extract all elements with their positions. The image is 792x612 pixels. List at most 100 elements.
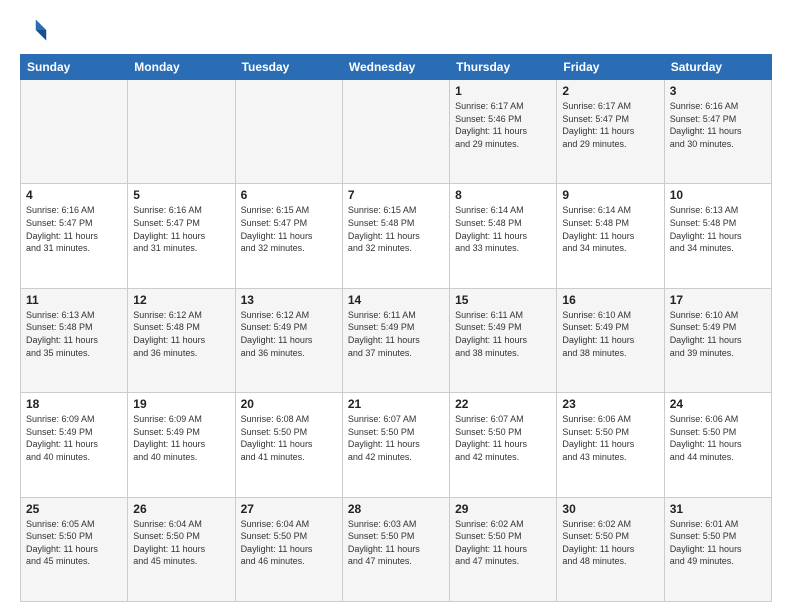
calendar-cell: 18 Sunrise: 6:09 AM Sunset: 5:49 PM Dayli… [21, 393, 128, 497]
weekday-header: Saturday [664, 55, 771, 80]
calendar-cell [128, 80, 235, 184]
calendar-week-row: 4 Sunrise: 6:16 AM Sunset: 5:47 PM Daylig… [21, 184, 772, 288]
day-number: 11 [26, 293, 122, 307]
header [20, 16, 772, 44]
calendar-cell: 3 Sunrise: 6:16 AM Sunset: 5:47 PM Daylig… [664, 80, 771, 184]
day-info: Sunrise: 6:14 AM Sunset: 5:48 PM Dayligh… [455, 204, 551, 254]
day-number: 25 [26, 502, 122, 516]
day-number: 10 [670, 188, 766, 202]
calendar-cell: 28Sunrise: 6:03 AM Sunset: 5:50 PM Dayli… [342, 497, 449, 601]
calendar-cell [21, 80, 128, 184]
day-number: 19 [133, 397, 229, 411]
day-info: Sunrise: 6:09 AM Sunset: 5:49 PM Dayligh… [26, 413, 122, 463]
day-number: 16 [562, 293, 658, 307]
day-info: Sunrise: 6:05 AM Sunset: 5:50 PM Dayligh… [26, 518, 122, 568]
day-number: 5 [133, 188, 229, 202]
day-info: Sunrise: 6:09 AM Sunset: 5:49 PM Dayligh… [133, 413, 229, 463]
day-info: Sunrise: 6:16 AM Sunset: 5:47 PM Dayligh… [670, 100, 766, 150]
day-info: Sunrise: 6:02 AM Sunset: 5:50 PM Dayligh… [562, 518, 658, 568]
day-number: 27 [241, 502, 337, 516]
calendar-cell: 29Sunrise: 6:02 AM Sunset: 5:50 PM Dayli… [450, 497, 557, 601]
calendar-cell: 15 Sunrise: 6:11 AM Sunset: 5:49 PM Dayli… [450, 288, 557, 392]
day-number: 17 [670, 293, 766, 307]
day-number: 30 [562, 502, 658, 516]
calendar-cell: 11 Sunrise: 6:13 AM Sunset: 5:48 PM Dayli… [21, 288, 128, 392]
day-info: Sunrise: 6:15 AM Sunset: 5:48 PM Dayligh… [348, 204, 444, 254]
day-info: Sunrise: 6:16 AM Sunset: 5:47 PM Dayligh… [26, 204, 122, 254]
day-number: 14 [348, 293, 444, 307]
weekday-header: Friday [557, 55, 664, 80]
calendar-cell: 21Sunrise: 6:07 AM Sunset: 5:50 PM Dayli… [342, 393, 449, 497]
calendar-cell: 5 Sunrise: 6:16 AM Sunset: 5:47 PM Daylig… [128, 184, 235, 288]
calendar-cell: 14 Sunrise: 6:11 AM Sunset: 5:49 PM Dayli… [342, 288, 449, 392]
calendar-week-row: 25 Sunrise: 6:05 AM Sunset: 5:50 PM Dayli… [21, 497, 772, 601]
day-info: Sunrise: 6:12 AM Sunset: 5:49 PM Dayligh… [241, 309, 337, 359]
day-number: 18 [26, 397, 122, 411]
calendar-cell: 31 Sunrise: 6:01 AM Sunset: 5:50 PM Dayli… [664, 497, 771, 601]
day-info: Sunrise: 6:10 AM Sunset: 5:49 PM Dayligh… [562, 309, 658, 359]
day-number: 20 [241, 397, 337, 411]
day-number: 24 [670, 397, 766, 411]
day-number: 9 [562, 188, 658, 202]
calendar-cell: 27 Sunrise: 6:04 AM Sunset: 5:50 PM Dayli… [235, 497, 342, 601]
day-info: Sunrise: 6:12 AM Sunset: 5:48 PM Dayligh… [133, 309, 229, 359]
calendar-header-row: SundayMondayTuesdayWednesdayThursdayFrid… [21, 55, 772, 80]
day-info: Sunrise: 6:17 AM Sunset: 5:47 PM Dayligh… [562, 100, 658, 150]
calendar-cell: 17Sunrise: 6:10 AM Sunset: 5:49 PM Dayli… [664, 288, 771, 392]
day-number: 15 [455, 293, 551, 307]
calendar-cell: 22 Sunrise: 6:07 AM Sunset: 5:50 PM Dayli… [450, 393, 557, 497]
day-number: 3 [670, 84, 766, 98]
day-number: 1 [455, 84, 551, 98]
calendar-cell: 23Sunrise: 6:06 AM Sunset: 5:50 PM Dayli… [557, 393, 664, 497]
day-info: Sunrise: 6:13 AM Sunset: 5:48 PM Dayligh… [670, 204, 766, 254]
day-info: Sunrise: 6:15 AM Sunset: 5:47 PM Dayligh… [241, 204, 337, 254]
day-number: 22 [455, 397, 551, 411]
day-info: Sunrise: 6:14 AM Sunset: 5:48 PM Dayligh… [562, 204, 658, 254]
weekday-header: Sunday [21, 55, 128, 80]
calendar-cell: 9 Sunrise: 6:14 AM Sunset: 5:48 PM Daylig… [557, 184, 664, 288]
calendar-cell [342, 80, 449, 184]
calendar-cell: 4 Sunrise: 6:16 AM Sunset: 5:47 PM Daylig… [21, 184, 128, 288]
weekday-header: Wednesday [342, 55, 449, 80]
day-info: Sunrise: 6:11 AM Sunset: 5:49 PM Dayligh… [348, 309, 444, 359]
day-info: Sunrise: 6:07 AM Sunset: 5:50 PM Dayligh… [348, 413, 444, 463]
calendar-cell: 7 Sunrise: 6:15 AM Sunset: 5:48 PM Daylig… [342, 184, 449, 288]
day-number: 4 [26, 188, 122, 202]
calendar-cell: 19 Sunrise: 6:09 AM Sunset: 5:49 PM Dayli… [128, 393, 235, 497]
day-info: Sunrise: 6:11 AM Sunset: 5:49 PM Dayligh… [455, 309, 551, 359]
day-info: Sunrise: 6:06 AM Sunset: 5:50 PM Dayligh… [670, 413, 766, 463]
calendar-cell: 13 Sunrise: 6:12 AM Sunset: 5:49 PM Dayli… [235, 288, 342, 392]
day-number: 26 [133, 502, 229, 516]
calendar-cell: 20Sunrise: 6:08 AM Sunset: 5:50 PM Dayli… [235, 393, 342, 497]
calendar-cell: 30 Sunrise: 6:02 AM Sunset: 5:50 PM Dayli… [557, 497, 664, 601]
day-info: Sunrise: 6:13 AM Sunset: 5:48 PM Dayligh… [26, 309, 122, 359]
calendar-cell: 16 Sunrise: 6:10 AM Sunset: 5:49 PM Dayli… [557, 288, 664, 392]
calendar-table: SundayMondayTuesdayWednesdayThursdayFrid… [20, 54, 772, 602]
day-number: 23 [562, 397, 658, 411]
weekday-header: Monday [128, 55, 235, 80]
calendar-cell: 8Sunrise: 6:14 AM Sunset: 5:48 PM Daylig… [450, 184, 557, 288]
day-number: 28 [348, 502, 444, 516]
calendar-cell [235, 80, 342, 184]
calendar-cell: 24 Sunrise: 6:06 AM Sunset: 5:50 PM Dayli… [664, 393, 771, 497]
day-number: 7 [348, 188, 444, 202]
weekday-header: Tuesday [235, 55, 342, 80]
day-number: 13 [241, 293, 337, 307]
day-info: Sunrise: 6:17 AM Sunset: 5:46 PM Dayligh… [455, 100, 551, 150]
day-info: Sunrise: 6:04 AM Sunset: 5:50 PM Dayligh… [241, 518, 337, 568]
calendar-week-row: 11 Sunrise: 6:13 AM Sunset: 5:48 PM Dayli… [21, 288, 772, 392]
day-number: 6 [241, 188, 337, 202]
day-number: 31 [670, 502, 766, 516]
calendar-cell: 1 Sunrise: 6:17 AM Sunset: 5:46 PM Daylig… [450, 80, 557, 184]
day-number: 2 [562, 84, 658, 98]
logo [20, 16, 52, 44]
page: SundayMondayTuesdayWednesdayThursdayFrid… [0, 0, 792, 612]
calendar-cell: 10 Sunrise: 6:13 AM Sunset: 5:48 PM Dayli… [664, 184, 771, 288]
calendar-week-row: 1 Sunrise: 6:17 AM Sunset: 5:46 PM Daylig… [21, 80, 772, 184]
day-info: Sunrise: 6:01 AM Sunset: 5:50 PM Dayligh… [670, 518, 766, 568]
day-number: 29 [455, 502, 551, 516]
day-info: Sunrise: 6:07 AM Sunset: 5:50 PM Dayligh… [455, 413, 551, 463]
day-number: 12 [133, 293, 229, 307]
day-info: Sunrise: 6:04 AM Sunset: 5:50 PM Dayligh… [133, 518, 229, 568]
day-info: Sunrise: 6:16 AM Sunset: 5:47 PM Dayligh… [133, 204, 229, 254]
